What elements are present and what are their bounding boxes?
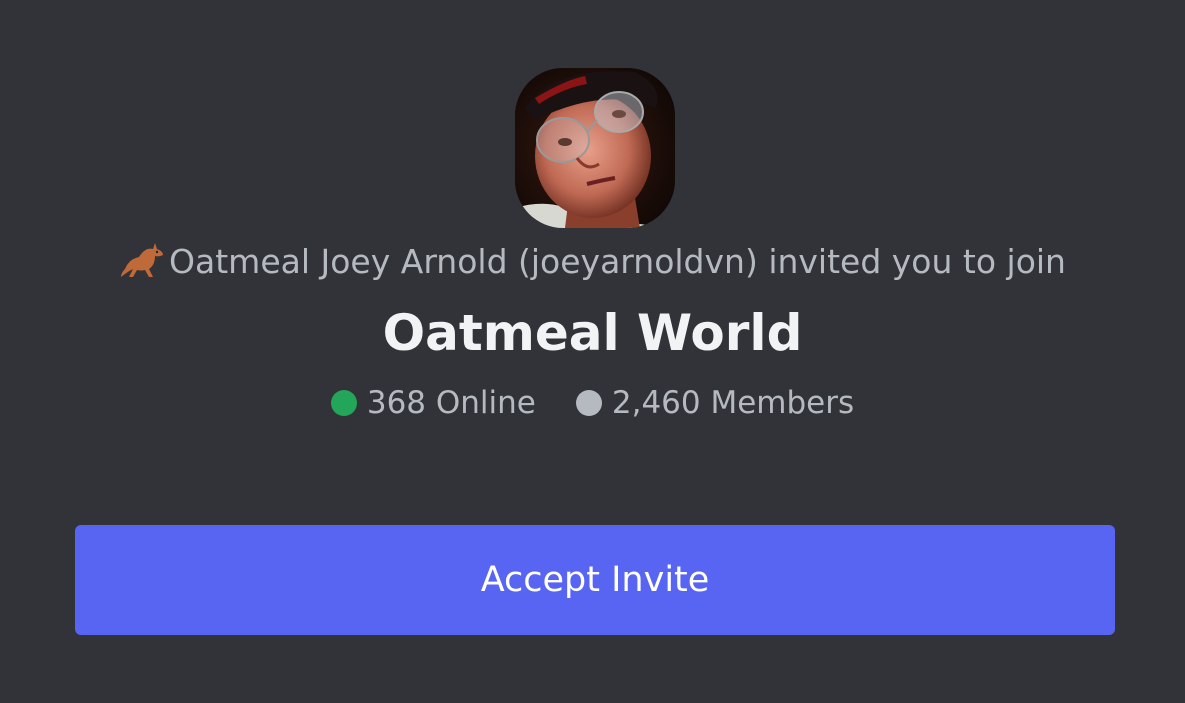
accept-invite-button[interactable]: Accept Invite xyxy=(75,525,1115,635)
inviter-text: Oatmeal Joey Arnold (joeyarnoldvn) invit… xyxy=(169,242,1066,281)
members-stat: 2,460 Members xyxy=(575,380,855,426)
server-name: Oatmeal World xyxy=(382,304,803,362)
online-count: 368 Online xyxy=(366,385,536,421)
online-status-icon xyxy=(330,390,357,416)
online-stat: 368 Online xyxy=(330,380,536,426)
server-stats: 368 Online 2,460 Members xyxy=(0,380,1185,426)
invite-page: Oatmeal Joey Arnold (joeyarnoldvn) invit… xyxy=(0,0,1185,703)
invite-description: Oatmeal Joey Arnold (joeyarnoldvn) invit… xyxy=(0,238,1185,286)
member-count: 2,460 Members xyxy=(611,385,855,421)
server-icon xyxy=(515,68,675,228)
members-status-icon xyxy=(575,390,602,416)
kangaroo-icon xyxy=(119,239,167,279)
